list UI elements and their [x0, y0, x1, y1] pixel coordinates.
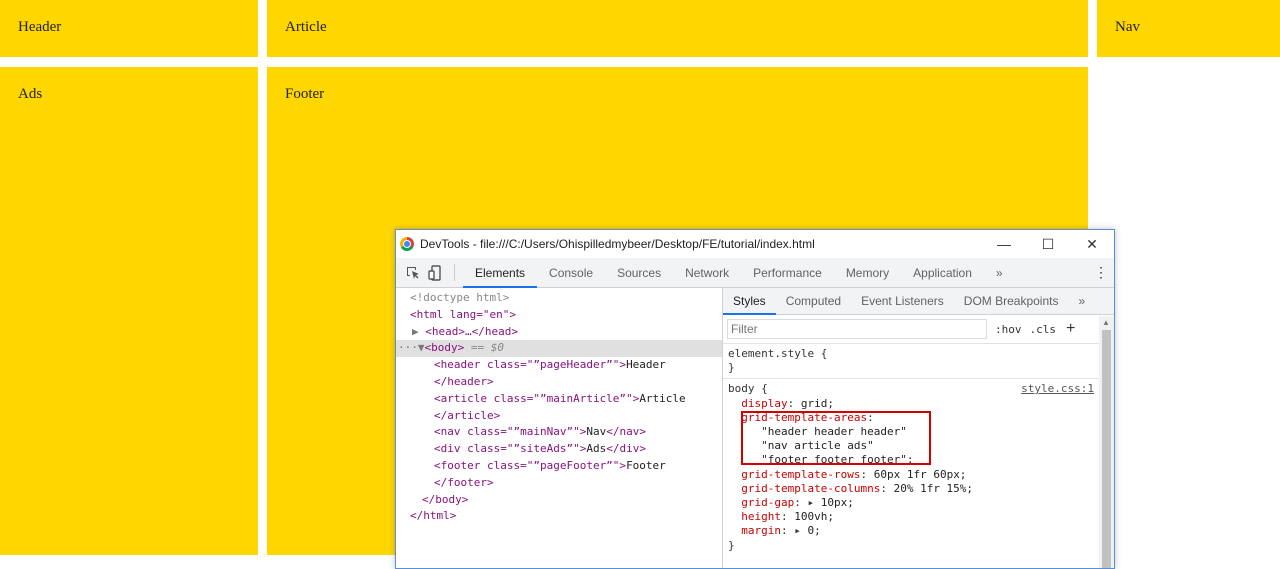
page-article-box: Article: [267, 0, 1088, 57]
scrollbar-thumb[interactable]: [1102, 330, 1111, 568]
page-ads-box: Ads: [0, 67, 258, 555]
dom-node[interactable]: </footer>: [396, 475, 722, 492]
dom-node[interactable]: </html>: [396, 508, 722, 525]
devtools-toolbar: Elements Console Sources Network Perform…: [396, 258, 1114, 288]
style-source-link[interactable]: style.css:1: [1021, 382, 1094, 396]
dom-node[interactable]: <footer class="”pageFooter”">Footer: [396, 458, 722, 475]
dom-node[interactable]: <div class="”siteAds”">Ads</div>: [396, 441, 722, 458]
more-subtabs-icon[interactable]: »: [1068, 288, 1095, 314]
dom-node[interactable]: </header>: [396, 374, 722, 391]
dom-node[interactable]: ▶ <head>…</head>: [396, 324, 722, 341]
inspect-element-icon[interactable]: [402, 258, 424, 287]
nav-label: Nav: [1115, 19, 1140, 35]
minimize-button[interactable]: —: [982, 230, 1026, 258]
dom-node[interactable]: <!doctype html>: [396, 290, 722, 307]
filter-row: :hov .cls +: [723, 315, 1114, 344]
styles-subtabs: Styles Computed Event Listeners DOM Brea…: [723, 288, 1114, 315]
dom-node-selected[interactable]: ···▼<body> == $0: [396, 340, 722, 358]
tab-memory[interactable]: Memory: [834, 258, 901, 287]
devtools-window: DevTools - file:///C:/Users/Ohispilledmy…: [395, 229, 1115, 569]
close-button[interactable]: ✕: [1070, 230, 1114, 258]
styles-panel: Styles Computed Event Listeners DOM Brea…: [723, 288, 1114, 568]
styles-scrollbar[interactable]: ▲: [1099, 316, 1114, 568]
new-rule-plus-icon[interactable]: +: [1066, 320, 1075, 338]
subtab-event-listeners[interactable]: Event Listeners: [851, 288, 954, 314]
tab-application[interactable]: Application: [901, 258, 984, 287]
article-label: Article: [285, 19, 327, 35]
tab-sources[interactable]: Sources: [605, 258, 673, 287]
page-nav-box: Nav: [1097, 0, 1280, 57]
header-label: Header: [18, 19, 62, 35]
maximize-button[interactable]: ☐: [1026, 230, 1070, 258]
toolbar-divider: [454, 264, 455, 281]
page-header-box: Header: [0, 0, 258, 57]
customize-menu-icon[interactable]: ⋮: [1088, 258, 1114, 287]
ads-label: Ads: [18, 86, 43, 102]
collapse-arrow-icon[interactable]: ▼: [418, 341, 425, 354]
subtab-dom-breakpoints[interactable]: DOM Breakpoints: [954, 288, 1069, 314]
subtab-styles[interactable]: Styles: [723, 288, 776, 315]
tab-performance[interactable]: Performance: [741, 258, 834, 287]
footer-label: Footer: [285, 86, 325, 102]
device-toolbar-icon[interactable]: [424, 258, 446, 287]
more-tabs-icon[interactable]: »: [984, 258, 1015, 287]
dom-node[interactable]: </body>: [396, 492, 722, 509]
devtools-titlebar[interactable]: DevTools - file:///C:/Users/Ohispilledmy…: [396, 230, 1114, 258]
tab-console[interactable]: Console: [537, 258, 605, 287]
subtab-computed[interactable]: Computed: [776, 288, 851, 314]
chrome-logo-icon: [400, 237, 414, 251]
devtools-title: DevTools - file:///C:/Users/Ohispilledmy…: [420, 237, 815, 251]
tab-network[interactable]: Network: [673, 258, 741, 287]
hover-state-button[interactable]: :hov: [995, 323, 1022, 336]
rule-selector: body {: [728, 382, 768, 396]
styles-filter-input[interactable]: [727, 319, 987, 339]
body-style-rule[interactable]: body {style.css:1 display: grid; grid-te…: [723, 378, 1114, 555]
dom-node[interactable]: <header class="”pageHeader”">Header: [396, 357, 722, 374]
dom-node[interactable]: <html lang="en">: [396, 307, 722, 324]
expand-arrow-icon[interactable]: ▶: [412, 325, 425, 338]
highlight-annotation-box: [741, 411, 931, 466]
class-toggle-button[interactable]: .cls: [1030, 323, 1057, 336]
element-style-rule[interactable]: element.style { }: [723, 344, 1114, 378]
dom-node[interactable]: <nav class="”mainNav”">Nav</nav>: [396, 424, 722, 441]
tab-elements[interactable]: Elements: [463, 258, 538, 288]
dom-node[interactable]: <article class="”mainArticle”">Article: [396, 391, 722, 408]
dom-node[interactable]: </article>: [396, 408, 722, 425]
elements-panel: <!doctype html> <html lang="en"> ▶ <head…: [396, 288, 723, 568]
scroll-up-arrow-icon[interactable]: ▲: [1102, 318, 1110, 327]
